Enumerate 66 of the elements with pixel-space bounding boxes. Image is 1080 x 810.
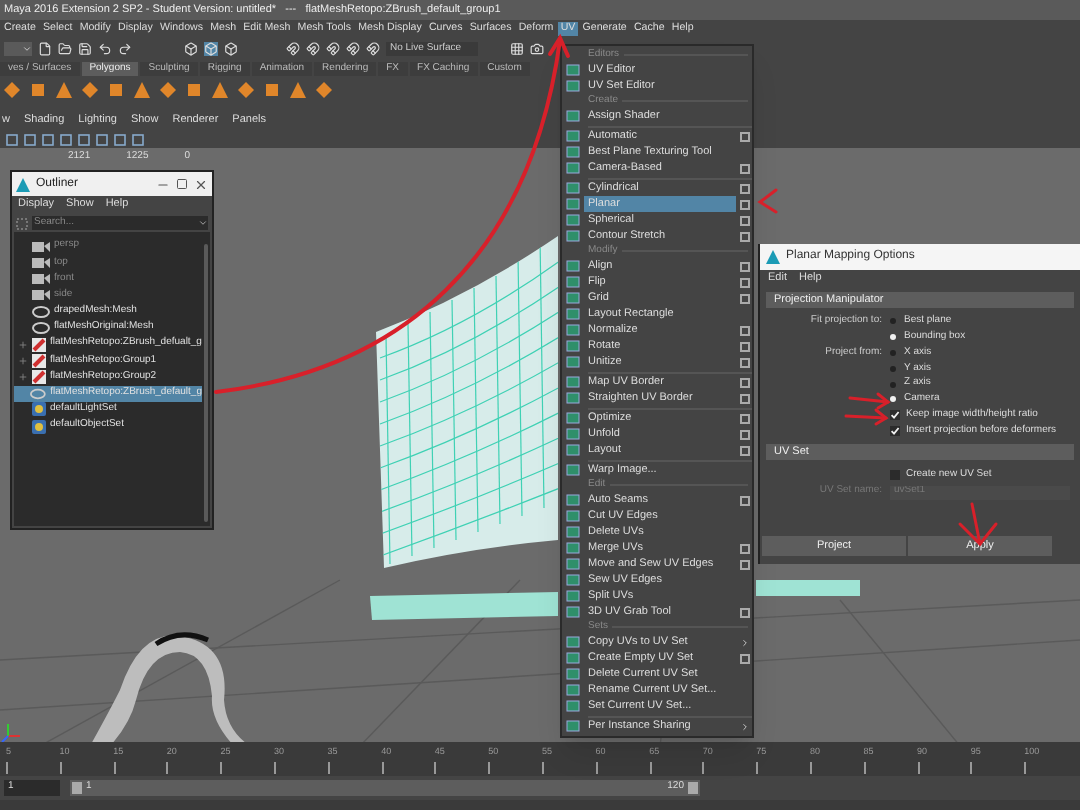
option-box-icon[interactable] (739, 377, 749, 387)
close-icon[interactable] (194, 177, 208, 191)
option-box-icon[interactable] (739, 199, 749, 209)
undo-icon[interactable] (98, 42, 112, 56)
option-box-icon[interactable] (739, 215, 749, 225)
annotation-arrow (958, 502, 998, 547)
maximize-icon[interactable] (176, 178, 188, 190)
range-handle[interactable] (688, 782, 698, 794)
checkbox[interactable] (890, 425, 900, 436)
option-box-icon[interactable] (739, 131, 749, 141)
option-box-icon[interactable] (739, 231, 749, 241)
maya-logo-icon (766, 250, 780, 264)
mesh-icon (30, 387, 47, 400)
radio-button[interactable] (890, 365, 896, 372)
expand-icon[interactable] (17, 339, 27, 350)
option-box-icon[interactable] (739, 357, 749, 367)
expand-icon[interactable] (17, 355, 27, 366)
camera-icon (32, 257, 50, 268)
snap-icon[interactable] (366, 42, 380, 56)
save-icon[interactable] (78, 42, 92, 56)
snap-icon[interactable] (346, 42, 360, 56)
option-box-icon[interactable] (739, 183, 749, 193)
option-box-icon[interactable] (739, 293, 749, 303)
camera-icon (32, 241, 50, 252)
grid-line (839, 599, 961, 742)
dropdown-caret-icon[interactable] (22, 44, 32, 54)
camera-icon (32, 290, 50, 301)
option-box-icon[interactable] (739, 429, 749, 439)
open-folder-icon[interactable] (58, 42, 72, 56)
dropdown-caret-icon[interactable] (198, 218, 208, 228)
option-box-icon[interactable] (739, 445, 749, 455)
range-handle[interactable] (72, 782, 82, 794)
option-box-icon[interactable] (739, 163, 749, 173)
select-icon[interactable] (184, 42, 198, 56)
expand-icon[interactable] (17, 372, 27, 383)
option-box-icon[interactable] (739, 653, 749, 663)
option-box-icon[interactable] (739, 261, 749, 271)
snap-icon[interactable] (326, 42, 340, 56)
option-box-icon[interactable] (739, 277, 749, 287)
radio-button[interactable] (890, 334, 896, 341)
option-box-icon[interactable] (739, 543, 749, 553)
radio-button[interactable] (890, 318, 896, 325)
camera-icon[interactable] (530, 42, 544, 56)
camera-icon (32, 273, 50, 284)
redo-icon[interactable] (118, 42, 132, 56)
snap-icon[interactable] (306, 42, 320, 56)
option-box-icon[interactable] (739, 413, 749, 423)
annotation-arrow (848, 392, 891, 410)
new-file-icon[interactable] (38, 42, 52, 56)
annotation-arrow (844, 408, 889, 426)
radio-button[interactable] (890, 349, 896, 356)
option-box-icon[interactable] (739, 341, 749, 351)
radio-button[interactable] (890, 381, 896, 388)
checkbox[interactable] (890, 410, 900, 421)
option-box-icon[interactable] (739, 393, 749, 403)
option-box-icon[interactable] (739, 607, 749, 617)
radio-button[interactable] (890, 396, 896, 403)
checkbox[interactable] (890, 469, 900, 480)
flat-mesh-strip (756, 580, 860, 596)
snap-icon[interactable] (286, 42, 300, 56)
option-box-icon[interactable] (739, 559, 749, 569)
option-box-icon[interactable] (739, 495, 749, 505)
maya-logo-icon (16, 177, 30, 191)
axis-icon (1, 723, 21, 742)
select-icon[interactable] (224, 42, 238, 56)
option-box-icon[interactable] (739, 325, 749, 335)
